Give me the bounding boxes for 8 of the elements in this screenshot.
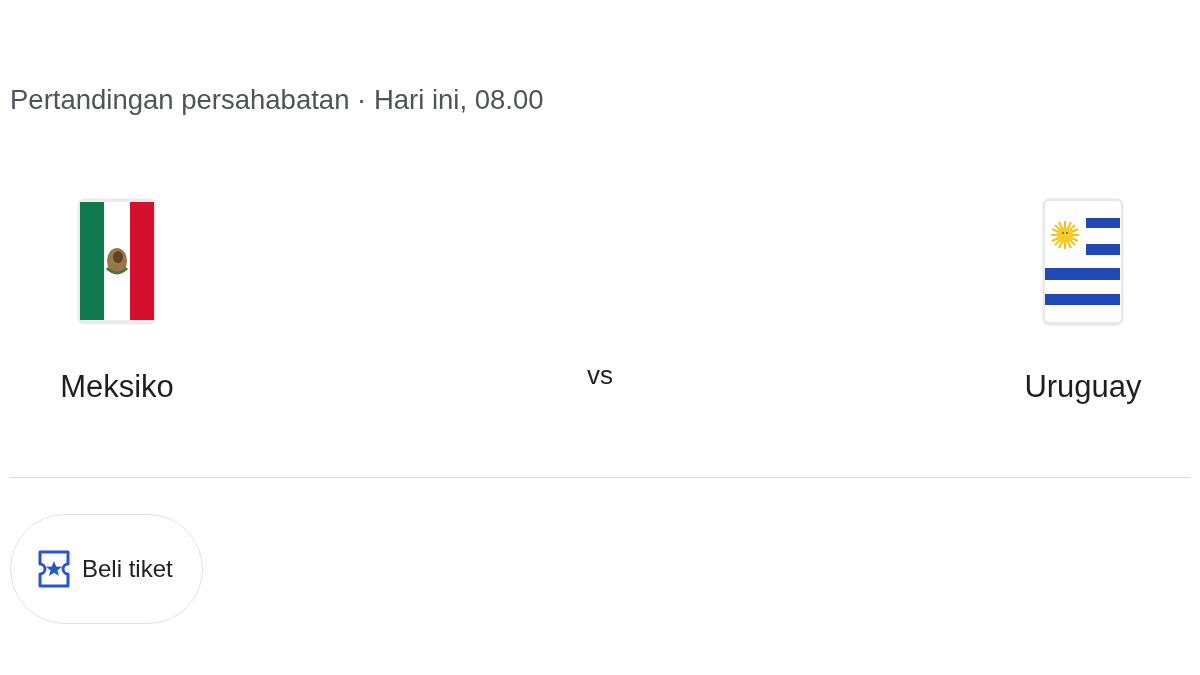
- buy-ticket-button[interactable]: Beli tiket: [10, 514, 203, 624]
- mexico-flag-icon: [77, 198, 157, 325]
- team-name: Meksiko: [60, 369, 174, 405]
- uruguay-flag-icon: [1042, 198, 1124, 326]
- ticket-icon: [38, 550, 70, 588]
- match-info: Pertandingan persahabatan · Hari ini, 08.00: [10, 84, 544, 116]
- team-name: Uruguay: [1024, 369, 1142, 405]
- versus-label: vs: [587, 360, 613, 390]
